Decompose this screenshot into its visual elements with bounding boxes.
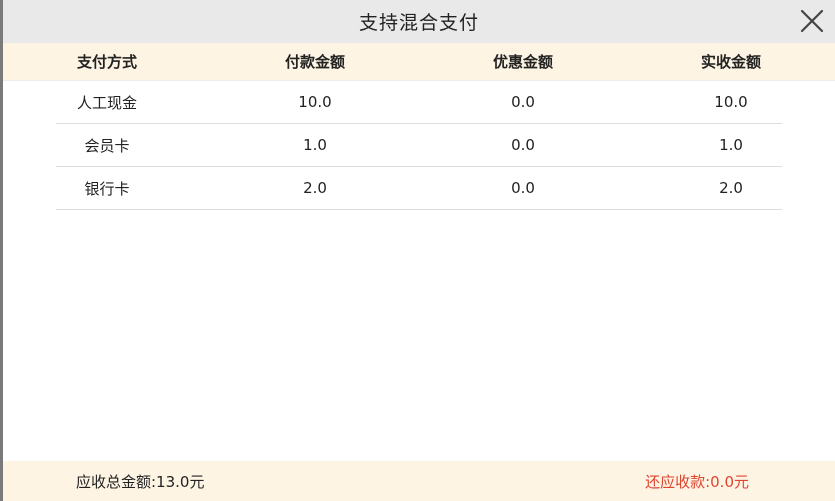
discount-amount-cell: 0.0 xyxy=(511,179,535,197)
payment-table-header: 支付方式 付款金额 优惠金额 实收金额 xyxy=(3,43,835,81)
mixed-payment-dialog: 支持混合支付 支付方式 付款金额 优惠金额 实收金额 人工现金 10.0 0.0… xyxy=(3,0,835,501)
paid-amount-cell: 1.0 xyxy=(303,136,327,154)
table-row: 人工现金 10.0 0.0 10.0 xyxy=(56,81,782,124)
table-row: 会员卡 1.0 0.0 1.0 xyxy=(56,124,782,167)
header-paid-amount: 付款金额 xyxy=(284,53,345,71)
paid-amount-cell: 2.0 xyxy=(303,179,327,197)
payment-method-cell: 银行卡 xyxy=(84,179,130,198)
payment-table-body: 人工现金 10.0 0.0 10.0 会员卡 1.0 0.0 1.0 银行卡 2… xyxy=(3,81,835,210)
received-amount-cell: 2.0 xyxy=(719,179,743,197)
received-amount-cell: 10.0 xyxy=(714,93,748,111)
table-row: 银行卡 2.0 0.0 2.0 xyxy=(56,167,782,210)
received-amount-cell: 1.0 xyxy=(719,136,743,154)
close-icon xyxy=(800,9,824,33)
remaining-amount-label: 还应收款:0.0元 xyxy=(645,472,749,491)
discount-amount-cell: 0.0 xyxy=(511,136,535,154)
close-button[interactable] xyxy=(799,8,825,34)
dialog-title-bar: 支持混合支付 xyxy=(3,0,835,43)
paid-amount-cell: 10.0 xyxy=(298,93,332,111)
header-discount-amount: 优惠金额 xyxy=(492,53,553,71)
header-received-amount: 实收金额 xyxy=(700,53,761,71)
payment-method-cell: 人工现金 xyxy=(76,93,137,112)
payment-method-cell: 会员卡 xyxy=(84,136,130,155)
header-payment-method: 支付方式 xyxy=(76,53,137,71)
dialog-title: 支持混合支付 xyxy=(358,12,479,34)
payment-summary-footer: 应收总金额:13.0元 还应收款:0.0元 xyxy=(3,461,835,501)
total-due-label: 应收总金额:13.0元 xyxy=(76,472,205,491)
discount-amount-cell: 0.0 xyxy=(511,93,535,111)
